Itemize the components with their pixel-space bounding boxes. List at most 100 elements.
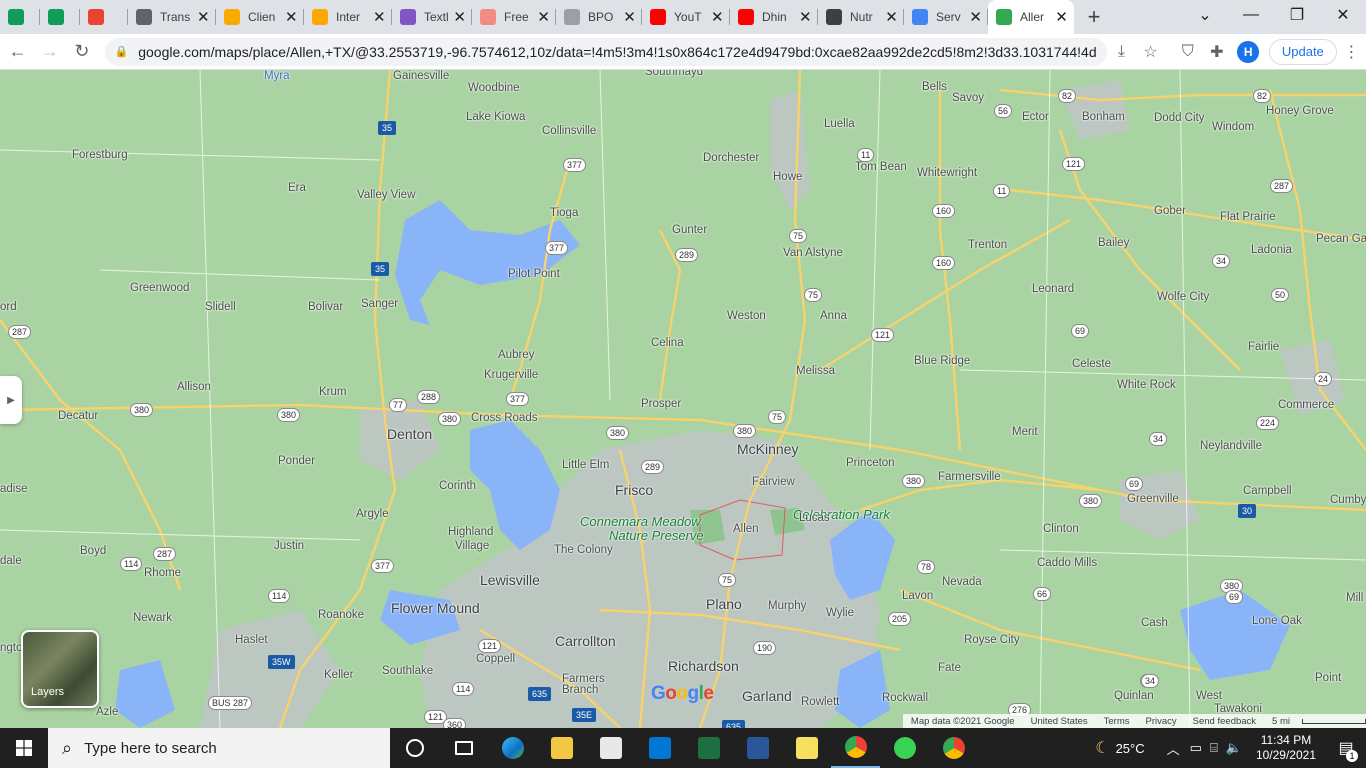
place-label[interactable]: Roanoke bbox=[318, 609, 364, 621]
place-label[interactable]: Collinsville bbox=[542, 125, 596, 137]
place-label[interactable]: Merit bbox=[1012, 426, 1038, 438]
tab-10[interactable]: YouT ✕ bbox=[642, 0, 730, 34]
weather-icon[interactable]: ☾ bbox=[1095, 738, 1109, 758]
place-label[interactable]: Krugerville bbox=[484, 369, 538, 381]
place-label[interactable]: Richardson bbox=[668, 658, 739, 674]
place-label[interactable]: Cumby bbox=[1330, 494, 1366, 506]
place-label[interactable]: Justin bbox=[274, 540, 304, 552]
place-label[interactable]: Celeste bbox=[1072, 358, 1111, 370]
new-tab-button[interactable]: + bbox=[1074, 0, 1114, 34]
tab-close-icon[interactable]: ✕ bbox=[623, 8, 636, 26]
place-label[interactable]: Bailey bbox=[1098, 237, 1129, 249]
place-label[interactable]: Argyle bbox=[356, 508, 389, 520]
place-label[interactable]: Blue Ridge bbox=[914, 355, 970, 367]
tab-close-icon[interactable]: ✕ bbox=[537, 8, 550, 26]
tab-2[interactable] bbox=[40, 0, 80, 34]
place-label[interactable]: Valley View bbox=[357, 189, 415, 201]
place-label[interactable]: Anna bbox=[820, 310, 847, 322]
minimize-button[interactable]: — bbox=[1228, 0, 1274, 30]
place-label[interactable]: Howe bbox=[773, 171, 802, 183]
place-label[interactable]: Windom bbox=[1212, 121, 1254, 133]
place-label[interactable]: Celina bbox=[651, 337, 684, 349]
place-label[interactable]: Savoy bbox=[952, 92, 984, 104]
extensions-puzzle-icon[interactable]: ✚ bbox=[1202, 37, 1231, 67]
close-window-button[interactable]: ✕ bbox=[1320, 0, 1366, 30]
tab-11[interactable]: Dhin ✕ bbox=[730, 0, 818, 34]
place-label[interactable]: Southlake bbox=[382, 665, 433, 677]
shield-extension-icon[interactable]: ⛉ bbox=[1173, 37, 1202, 67]
place-label[interactable]: Haslet bbox=[235, 634, 268, 646]
place-label[interactable]: Lake Kiowa bbox=[466, 111, 525, 123]
clock[interactable]: 11:34 PM 10/29/2021 bbox=[1256, 733, 1316, 763]
place-label[interactable]: Trenton bbox=[968, 239, 1007, 251]
place-label[interactable]: Era bbox=[288, 182, 306, 194]
place-label[interactable]: Little Elm bbox=[562, 459, 609, 471]
place-label[interactable]: Ector bbox=[1022, 111, 1049, 123]
place-label[interactable]: Lucas bbox=[799, 512, 830, 524]
place-label[interactable]: Fairview bbox=[752, 476, 795, 488]
place-label[interactable]: Princeton bbox=[846, 457, 895, 469]
battery-icon[interactable]: ▭ bbox=[1190, 740, 1202, 756]
send-feedback-link[interactable]: Send feedback bbox=[1193, 716, 1256, 727]
place-label[interactable]: adise bbox=[0, 483, 28, 495]
place-label[interactable]: Weston bbox=[727, 310, 766, 322]
place-label[interactable]: The Colony bbox=[554, 544, 613, 556]
place-label[interactable]: Keller bbox=[324, 669, 353, 681]
update-button[interactable]: Update bbox=[1268, 38, 1337, 65]
tab-close-icon[interactable]: ✕ bbox=[285, 8, 298, 26]
region-link[interactable]: United States bbox=[1031, 716, 1088, 727]
tab-13[interactable]: Serv ✕ bbox=[904, 0, 988, 34]
place-label[interactable]: Fate bbox=[938, 662, 961, 674]
place-label[interactable]: Branch bbox=[562, 684, 598, 696]
place-label[interactable]: Quinlan bbox=[1114, 690, 1154, 702]
taskbar-app[interactable] bbox=[537, 728, 586, 768]
place-label[interactable]: Farmersville bbox=[938, 471, 1001, 483]
tab-close-icon[interactable]: ✕ bbox=[453, 8, 466, 26]
tab-close-icon[interactable]: ✕ bbox=[197, 8, 210, 26]
place-label[interactable]: Gunter bbox=[672, 224, 707, 236]
place-label[interactable]: Gainesville bbox=[393, 70, 449, 82]
place-label[interactable]: Carrollton bbox=[555, 633, 616, 649]
tab-12[interactable]: Nutr ✕ bbox=[818, 0, 904, 34]
forward-icon[interactable]: → bbox=[35, 37, 64, 67]
place-label[interactable]: Myra bbox=[264, 70, 290, 82]
reload-icon[interactable]: ↻ bbox=[67, 37, 96, 67]
place-label[interactable]: Nevada bbox=[942, 576, 982, 588]
menu-icon[interactable]: ⋮ bbox=[1337, 37, 1366, 67]
profile-avatar[interactable]: H bbox=[1237, 40, 1259, 63]
place-label[interactable]: Luella bbox=[824, 118, 855, 130]
volume-icon[interactable]: 🔈 bbox=[1226, 740, 1242, 756]
place-label[interactable]: Decatur bbox=[58, 410, 98, 422]
place-label[interactable]: Boyd bbox=[80, 545, 106, 557]
place-label[interactable]: Ponder bbox=[278, 455, 315, 467]
tab-close-icon[interactable]: ✕ bbox=[969, 8, 982, 26]
place-label[interactable]: Cash bbox=[1141, 617, 1168, 629]
place-label[interactable]: Wylie bbox=[826, 607, 854, 619]
taskbar-app[interactable] bbox=[684, 728, 733, 768]
place-label[interactable]: Rowlett bbox=[801, 696, 839, 708]
place-label[interactable]: Bells bbox=[922, 81, 947, 93]
layers-button[interactable]: Layers bbox=[21, 630, 99, 708]
tab-7[interactable]: Textl ✕ bbox=[392, 0, 472, 34]
place-label[interactable]: Rockwall bbox=[882, 692, 928, 704]
place-label[interactable]: Gober bbox=[1154, 205, 1186, 217]
privacy-link[interactable]: Privacy bbox=[1146, 716, 1177, 727]
place-label[interactable]: Van Alstyne bbox=[783, 247, 843, 259]
place-label[interactable]: Campbell bbox=[1243, 485, 1292, 497]
place-label[interactable]: Slidell bbox=[205, 301, 236, 313]
taskbar-app[interactable] bbox=[782, 728, 831, 768]
taskbar-app[interactable] bbox=[733, 728, 782, 768]
place-label[interactable]: Newark bbox=[133, 612, 172, 624]
place-label[interactable]: Nature Preserve bbox=[609, 528, 704, 543]
place-label[interactable]: Pilot Point bbox=[508, 268, 560, 280]
place-label[interactable]: White Rock bbox=[1117, 379, 1176, 391]
place-label[interactable]: Flower Mound bbox=[391, 600, 480, 616]
place-label[interactable]: Woodbine bbox=[468, 82, 520, 94]
place-label[interactable]: Plano bbox=[706, 596, 742, 612]
start-button[interactable] bbox=[0, 728, 48, 768]
taskbar-app[interactable] bbox=[880, 728, 929, 768]
place-label[interactable]: Allison bbox=[177, 381, 211, 393]
place-label[interactable]: Coppell bbox=[476, 653, 515, 665]
place-label[interactable]: Whitewright bbox=[917, 167, 977, 179]
tab-6[interactable]: Inter ✕ bbox=[304, 0, 392, 34]
